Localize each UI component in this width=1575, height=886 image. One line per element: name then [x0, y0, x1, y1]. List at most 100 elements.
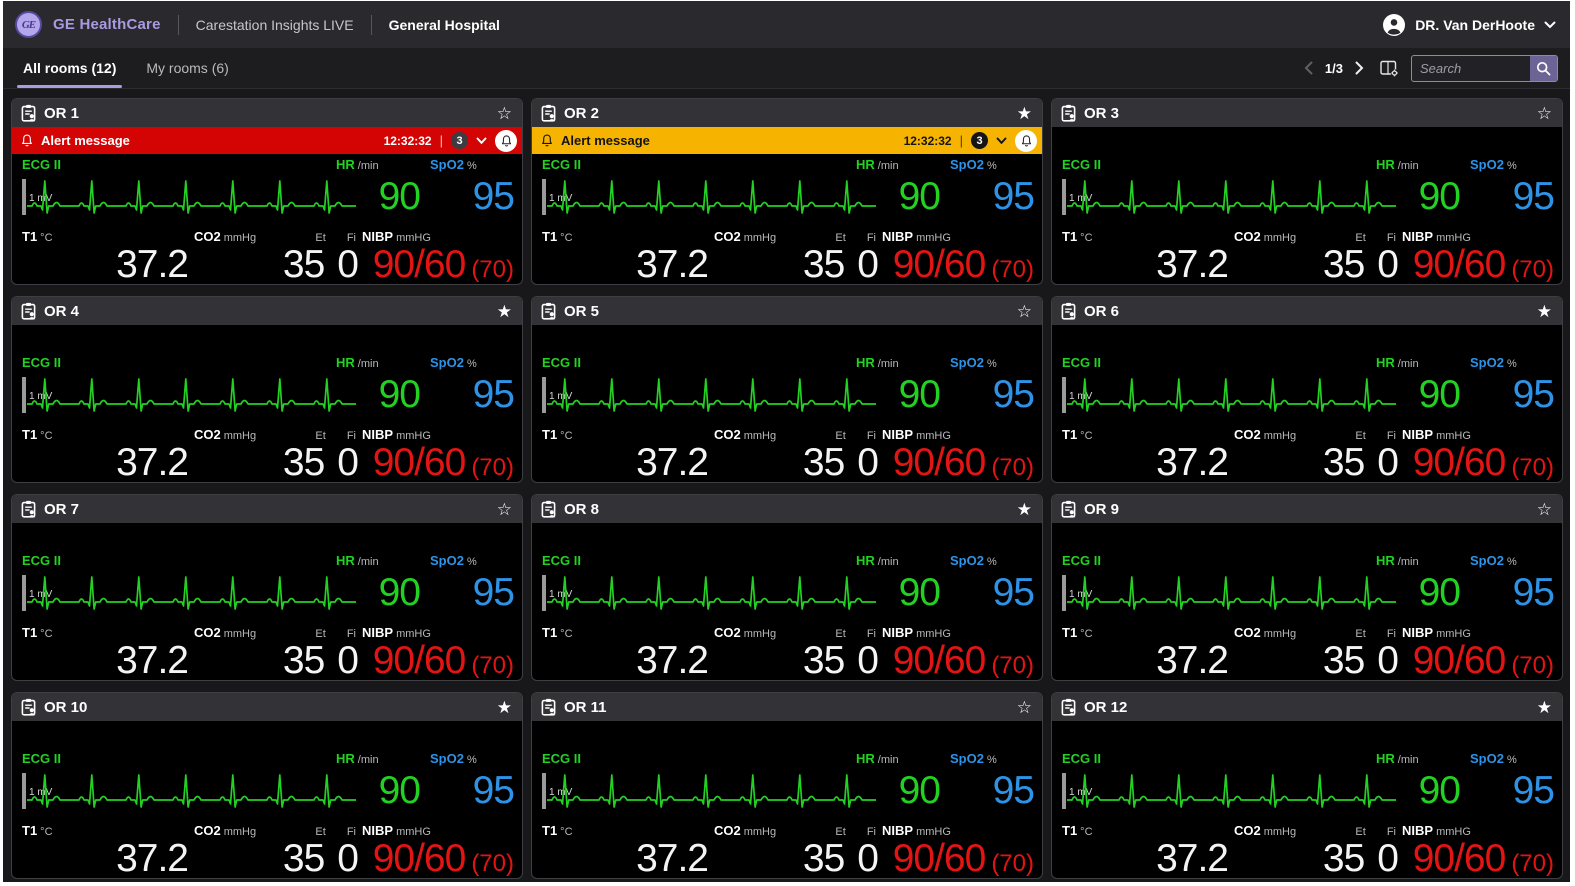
nibp-section: NIBP mmHG 90/60 (70)	[882, 229, 1034, 285]
brand-name: GE HealthCare	[53, 16, 161, 33]
tab-all-rooms[interactable]: All rooms (12)	[21, 48, 118, 88]
topbar: GE GE HealthCare Carestation Insights LI…	[3, 1, 1570, 48]
favorite-star-icon[interactable]: ★	[497, 303, 512, 320]
favorite-star-icon[interactable]: ☆	[1017, 699, 1032, 716]
alert-zone: Alert message 12:32:32 | 3	[532, 127, 1042, 154]
room-tile[interactable]: OR 1 ☆ Alert message 12:32:32 | 3	[11, 98, 523, 285]
co2-section: CO2 mmHg Et Fi 35 0	[714, 229, 882, 285]
nibp-mean-value: (70)	[471, 850, 514, 878]
nibp-value: 90/60	[1413, 640, 1506, 681]
ecg-waveform: 1 mV	[1062, 173, 1366, 225]
vitals-panel: ECG II 1 mV HR /min 90 Sp	[1052, 550, 1562, 681]
room-tile[interactable]: OR 5 ☆ ECG II 1 mV HR /min	[531, 296, 1043, 483]
ecg-lead-label: ECG II	[542, 751, 846, 767]
etco2-value: 35	[803, 244, 844, 285]
vitals-panel: ECG II 1 mV HR /min 90 Sp	[12, 550, 522, 681]
t1-value: 37.2	[22, 838, 194, 879]
etco2-value: 35	[283, 640, 324, 681]
spo2-section: SpO2 % 95	[1470, 553, 1554, 623]
room-tile[interactable]: OR 6 ★ ECG II 1 mV HR /min	[1051, 296, 1563, 483]
co2-unit: mmHg	[224, 430, 256, 442]
room-name: OR 4	[44, 303, 79, 320]
alert-time: 12:32:32	[904, 134, 952, 148]
favorite-star-icon[interactable]: ★	[1537, 303, 1552, 320]
spo2-unit: %	[1507, 556, 1517, 568]
nibp-value: 90/60	[373, 244, 466, 285]
room-tile[interactable]: OR 2 ★ Alert message 12:32:32 | 3	[531, 98, 1043, 285]
patient-chart-icon	[21, 698, 37, 716]
room-tile[interactable]: OR 9 ☆ ECG II 1 mV HR /min	[1051, 494, 1563, 681]
ecg-section: ECG II 1 mV	[542, 751, 846, 821]
alert-silence-button[interactable]	[495, 130, 517, 152]
page-next-button[interactable]	[1353, 59, 1366, 77]
alert-silence-button[interactable]	[1015, 130, 1037, 152]
patient-chart-icon	[1061, 302, 1077, 320]
layout-settings-icon[interactable]	[1380, 60, 1399, 77]
alert-expand-chevron-icon[interactable]	[996, 137, 1007, 145]
room-tile-header: OR 6 ★	[1052, 297, 1562, 325]
nibp-mean-value: (70)	[1511, 652, 1554, 680]
hospital-name: General Hospital	[389, 17, 500, 33]
vitals-panel: ECG II 1 mV HR /min 90 Sp	[12, 154, 522, 285]
room-tile[interactable]: OR 8 ★ ECG II 1 mV HR /min	[531, 494, 1043, 681]
fico2-value: 0	[857, 442, 878, 483]
favorite-star-icon[interactable]: ☆	[1537, 501, 1552, 518]
hr-label: HR	[336, 553, 355, 568]
room-tile[interactable]: OR 3 ☆ ECG II 1 mV HR /min	[1051, 98, 1563, 285]
nibp-value: 90/60	[373, 442, 466, 483]
nibp-mean-value: (70)	[991, 850, 1034, 878]
nibp-value: 90/60	[373, 838, 466, 879]
search-input[interactable]	[1412, 56, 1530, 81]
user-menu[interactable]: DR. Van DerHoote	[1382, 13, 1556, 37]
room-tile[interactable]: OR 4 ★ ECG II 1 mV HR /min	[11, 296, 523, 483]
favorite-star-icon[interactable]: ★	[497, 699, 512, 716]
room-tile[interactable]: OR 7 ☆ ECG II 1 mV HR /min	[11, 494, 523, 681]
room-tile-header: OR 8 ★	[532, 495, 1042, 523]
spo2-label: SpO2	[1470, 355, 1504, 370]
nibp-mean-value: (70)	[471, 454, 514, 482]
etco2-value: 35	[283, 244, 324, 285]
spo2-value: 95	[1470, 371, 1554, 419]
ecg-section: ECG II 1 mV	[542, 553, 846, 623]
t1-value: 37.2	[542, 244, 714, 285]
ecg-lead-label: ECG II	[22, 355, 326, 371]
pagination: 1/3	[1302, 59, 1366, 77]
spo2-unit: %	[987, 358, 997, 370]
favorite-star-icon[interactable]: ☆	[1537, 105, 1552, 122]
hr-unit: /min	[878, 556, 899, 568]
search-button[interactable]	[1530, 56, 1557, 81]
t1-unit: °C	[1080, 430, 1092, 442]
etco2-value: 35	[283, 442, 324, 483]
spo2-section: SpO2 % 95	[430, 355, 514, 425]
divider	[178, 15, 179, 35]
favorite-star-icon[interactable]: ☆	[1017, 303, 1032, 320]
alert-banner: Alert message 12:32:32 | 3	[532, 127, 1042, 154]
alert-expand-chevron-icon[interactable]	[476, 137, 487, 145]
ecg-waveform: 1 mV	[542, 767, 846, 819]
room-tile[interactable]: OR 10 ★ ECG II 1 mV HR /mi	[11, 692, 523, 879]
temperature-section: T1 °C 37.2	[1062, 823, 1234, 879]
alert-separator: |	[960, 133, 963, 148]
favorite-star-icon[interactable]: ☆	[497, 105, 512, 122]
favorite-star-icon[interactable]: ★	[1537, 699, 1552, 716]
spo2-label: SpO2	[1470, 553, 1504, 568]
ecg-lead-label: ECG II	[1062, 355, 1366, 371]
favorite-star-icon[interactable]: ☆	[497, 501, 512, 518]
tab-my-rooms[interactable]: My rooms (6)	[144, 48, 230, 88]
nibp-section: NIBP mmHG 90/60 (70)	[362, 427, 514, 483]
favorite-star-icon[interactable]: ★	[1017, 501, 1032, 518]
t1-value: 37.2	[542, 838, 714, 879]
hr-label: HR	[856, 157, 875, 172]
hr-label: HR	[1376, 553, 1395, 568]
spo2-label: SpO2	[950, 157, 984, 172]
room-tile[interactable]: OR 11 ☆ ECG II 1 mV HR /mi	[531, 692, 1043, 879]
temperature-section: T1 °C 37.2	[22, 823, 194, 879]
etco2-value: 35	[1323, 640, 1364, 681]
ecg-waveform: 1 mV	[22, 173, 326, 225]
alert-banner: Alert message 12:32:32 | 3	[12, 127, 522, 154]
favorite-star-icon[interactable]: ★	[1017, 105, 1032, 122]
room-tile[interactable]: OR 12 ★ ECG II 1 mV HR /mi	[1051, 692, 1563, 879]
t1-label: T1	[1062, 229, 1077, 244]
page-prev-button[interactable]	[1302, 59, 1315, 77]
co2-section: CO2 mmHg Et Fi 35 0	[714, 823, 882, 879]
